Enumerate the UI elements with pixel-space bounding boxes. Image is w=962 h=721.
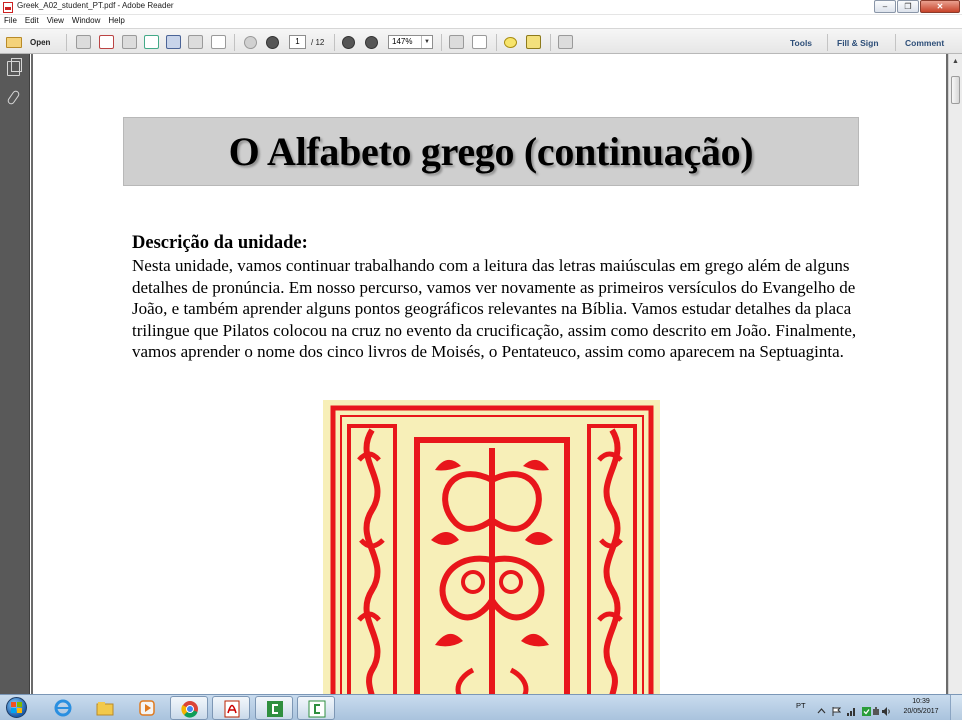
cloud-upload-icon[interactable]: [144, 35, 159, 49]
clock-time: 10:39: [912, 698, 930, 705]
print-icon[interactable]: [188, 35, 203, 49]
power-icon[interactable]: [872, 703, 881, 715]
internet-explorer-icon: [54, 699, 72, 717]
section-heading: Descrição da unidade:: [132, 233, 308, 253]
page-thumbnails-icon[interactable]: [7, 58, 22, 76]
network-signal-icon[interactable]: [847, 703, 856, 716]
security-check-icon[interactable]: [862, 703, 871, 716]
system-clock[interactable]: 10:39 20/05/2017: [897, 697, 945, 717]
adobe-reader-icon: [3, 2, 13, 13]
menu-edit[interactable]: Edit: [21, 15, 43, 28]
document-viewport[interactable]: O Alfabeto grego (continuação) Descrição…: [31, 54, 948, 694]
adobe-reader-icon: [224, 700, 240, 718]
highlight-icon[interactable]: [526, 35, 541, 49]
fit-page-icon[interactable]: [449, 35, 464, 49]
toolbar-divider: [66, 34, 67, 51]
action-center-flag-icon[interactable]: [832, 703, 842, 716]
minimize-icon: –: [882, 2, 888, 11]
taskbar-camtasia-studio[interactable]: [297, 696, 335, 720]
toolbar-divider: [234, 34, 235, 51]
open-folder-icon[interactable]: [6, 37, 22, 48]
close-icon: ✕: [936, 2, 944, 11]
menu-bar: File Edit View Window Help: [0, 15, 962, 28]
create-pdf-icon[interactable]: [76, 35, 91, 49]
windows-flag-icon: [11, 702, 22, 713]
menu-help[interactable]: Help: [104, 15, 128, 28]
next-page-icon[interactable]: [266, 36, 279, 49]
title-banner: O Alfabeto grego (continuação): [123, 117, 859, 186]
window-controls: – ❐ ✕: [873, 0, 960, 14]
menu-file[interactable]: File: [0, 15, 21, 28]
toolbar-divider: [334, 34, 335, 51]
taskbar-camtasia-recorder[interactable]: [255, 696, 293, 720]
page-number-input[interactable]: 1: [289, 35, 306, 49]
start-button[interactable]: [2, 695, 32, 720]
ornamental-letter-image: [323, 400, 660, 694]
attachments-icon[interactable]: [6, 89, 21, 106]
maximize-button[interactable]: ❐: [897, 0, 919, 13]
toolbar-divider: [827, 34, 828, 51]
taskbar-adobe-reader[interactable]: [212, 696, 250, 720]
minimize-button[interactable]: –: [874, 0, 896, 13]
volume-icon[interactable]: [882, 703, 891, 716]
navigation-pane: [0, 54, 30, 694]
show-hidden-icons-icon[interactable]: [817, 703, 826, 714]
edit-pdf-icon[interactable]: [122, 35, 137, 49]
page-total: / 12: [311, 38, 325, 47]
chrome-icon: [181, 701, 198, 718]
taskbar-chrome[interactable]: [170, 696, 208, 720]
camtasia-studio-icon: [308, 700, 326, 718]
menu-window[interactable]: Window: [68, 15, 104, 28]
fit-width-icon[interactable]: [472, 35, 487, 49]
comment-bubble-icon[interactable]: [504, 37, 517, 48]
windows-taskbar: PT 10:39 20/05/2017: [0, 694, 962, 720]
unit-description: Nesta unidade, vamos continuar trabalhan…: [132, 256, 857, 361]
window-titlebar: Greek_A02_student_PT.pdf - Adobe Reader …: [0, 0, 962, 15]
media-player-icon: [139, 700, 155, 716]
vertical-scrollbar[interactable]: ▲: [948, 54, 962, 694]
toolbar-divider: [550, 34, 551, 51]
camtasia-recorder-icon: [267, 701, 283, 717]
taskbar-internet-explorer[interactable]: [44, 696, 82, 720]
show-desktop-button[interactable]: [950, 695, 962, 720]
fill-sign-link[interactable]: Fill & Sign: [837, 38, 879, 48]
email-icon[interactable]: [211, 35, 226, 49]
chevron-down-icon[interactable]: ▼: [421, 36, 432, 48]
zoom-select[interactable]: 147% ▼: [388, 35, 433, 49]
taskbar-file-explorer[interactable]: [86, 696, 124, 720]
tools-link[interactable]: Tools: [790, 38, 812, 48]
scrollbar-thumb[interactable]: [951, 76, 960, 104]
zoom-in-icon[interactable]: [365, 36, 378, 49]
window-title: Greek_A02_student_PT.pdf - Adobe Reader: [17, 1, 174, 10]
toolbar-divider: [496, 34, 497, 51]
pdf-page: O Alfabeto grego (continuação) Descrição…: [33, 54, 946, 694]
restore-icon: ❐: [904, 2, 912, 11]
export-pdf-icon[interactable]: [99, 35, 114, 49]
previous-page-icon[interactable]: [244, 36, 257, 49]
open-button[interactable]: Open: [30, 38, 50, 54]
toolbar-divider: [441, 34, 442, 51]
toolbar: Open 1 / 12 147% ▼ Tools Fill & Sign Com…: [0, 28, 962, 54]
clock-date: 20/05/2017: [903, 708, 939, 715]
close-button[interactable]: ✕: [920, 0, 960, 13]
zoom-value: 147%: [392, 37, 413, 46]
zoom-out-icon[interactable]: [342, 36, 355, 49]
scroll-up-icon[interactable]: ▲: [952, 58, 959, 65]
save-icon[interactable]: [166, 35, 181, 49]
input-language[interactable]: PT: [796, 701, 806, 710]
menu-view[interactable]: View: [43, 15, 68, 28]
toolbar-divider: [895, 34, 896, 51]
fullscreen-icon[interactable]: [558, 35, 573, 49]
comment-link[interactable]: Comment: [905, 38, 944, 48]
folder-icon: [96, 702, 114, 716]
taskbar-media-player[interactable]: [128, 696, 166, 720]
document-title: O Alfabeto grego (continuação): [228, 129, 754, 174]
